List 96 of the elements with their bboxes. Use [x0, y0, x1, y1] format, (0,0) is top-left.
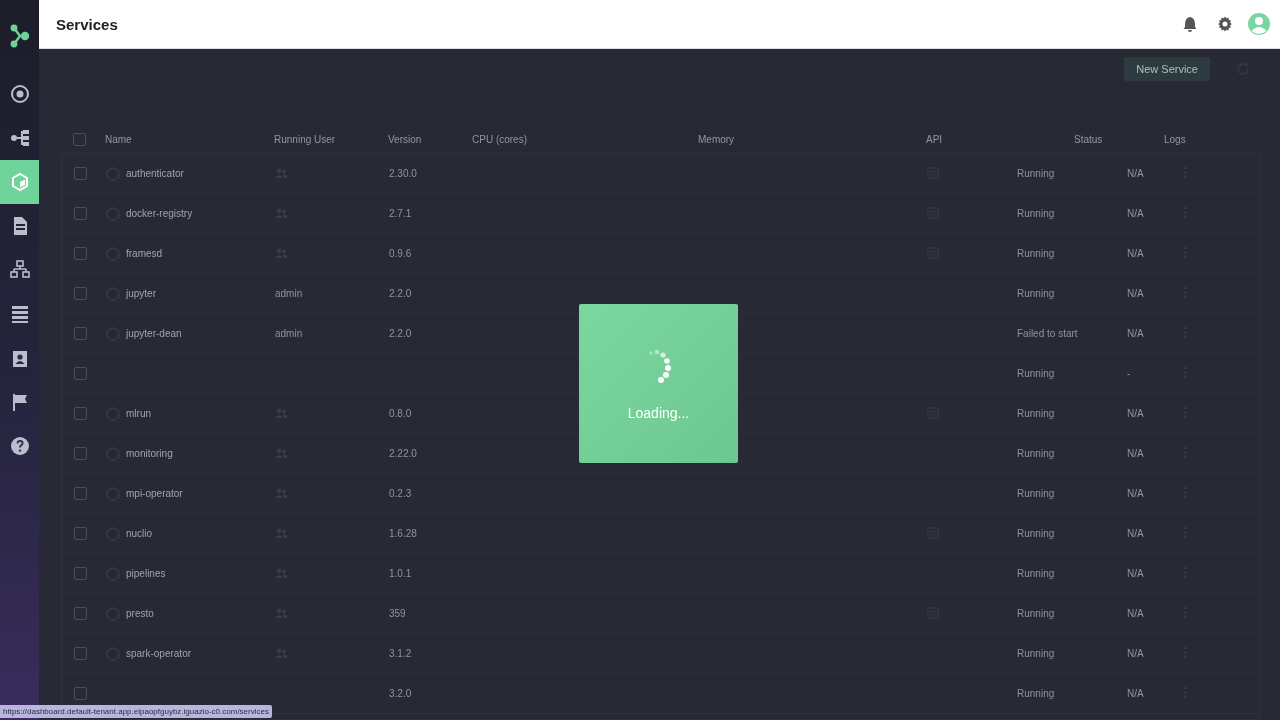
row-checkbox[interactable]	[74, 327, 87, 340]
select-all-checkbox[interactable]	[73, 132, 86, 146]
column-header[interactable]: CPU (cores)	[472, 133, 698, 145]
status: Running	[1017, 368, 1056, 379]
row-checkbox[interactable]	[74, 207, 87, 220]
row-checkbox[interactable]	[74, 367, 87, 380]
running-user: admin	[275, 328, 303, 339]
row-checkbox[interactable]	[74, 687, 87, 700]
new-service-button[interactable]: New Service	[1124, 57, 1210, 81]
status: Running	[1017, 448, 1056, 459]
logs: N/A	[1127, 568, 1145, 579]
group-icon	[275, 247, 287, 258]
row-checkbox[interactable]	[74, 527, 87, 540]
version: 2.2.0	[389, 328, 412, 339]
column-header[interactable]: Name	[105, 133, 274, 145]
row-checkbox[interactable]	[74, 447, 87, 460]
loading-text: Loading...	[627, 404, 690, 421]
version: 1.0.1	[389, 568, 412, 579]
column-header[interactable]: Memory	[698, 133, 926, 145]
service-name[interactable]: monitoring	[126, 448, 173, 459]
row-checkbox[interactable]	[74, 287, 87, 300]
group-icon	[275, 207, 287, 218]
version: 2.22.0	[389, 448, 417, 459]
service-name[interactable]: authenticator	[126, 168, 184, 179]
logs: N/A	[1127, 688, 1145, 699]
group-icon	[275, 527, 287, 538]
version: 2.30.0	[389, 168, 417, 179]
group-icon	[275, 447, 287, 458]
logs: -	[1127, 368, 1132, 379]
version: 0.8.0	[389, 408, 412, 419]
row-checkbox[interactable]	[74, 247, 87, 260]
status: Running	[1017, 608, 1056, 619]
logs: N/A	[1127, 328, 1145, 339]
row-checkbox[interactable]	[74, 407, 87, 420]
bell-icon[interactable]	[1182, 16, 1198, 32]
group-icon	[275, 567, 287, 578]
column-header[interactable]: Status	[1074, 133, 1164, 145]
status: Running	[1017, 488, 1056, 499]
service-name[interactable]: mlrun	[126, 408, 151, 419]
row-checkbox[interactable]	[74, 567, 87, 580]
group-icon	[275, 407, 287, 418]
status: Running	[1017, 568, 1056, 579]
column-header[interactable]: Logs	[1164, 133, 1260, 145]
avatar-icon[interactable]	[1248, 13, 1270, 35]
service-name[interactable]: mpi-operator	[126, 488, 183, 499]
logs: N/A	[1127, 608, 1145, 619]
running-user: admin	[275, 288, 303, 299]
version: 1.6.28	[389, 528, 417, 539]
status: Running	[1017, 248, 1056, 259]
group-icon	[275, 487, 287, 498]
group-icon	[275, 647, 287, 658]
service-name[interactable]: jupyter	[126, 288, 156, 299]
version: 359	[389, 608, 406, 619]
logs: N/A	[1127, 208, 1145, 219]
status: Running	[1017, 648, 1056, 659]
settings-icon[interactable]	[1217, 16, 1233, 32]
version: 0.2.3	[389, 488, 412, 499]
service-name[interactable]: nuclio	[126, 528, 153, 539]
group-icon	[275, 607, 287, 618]
status: Failed to start	[1017, 328, 1079, 339]
service-name[interactable]: docker-registry	[126, 208, 193, 219]
version: 3.1.2	[389, 648, 412, 659]
service-name[interactable]: jupyter-dean	[126, 328, 182, 339]
version: 0.9.6	[389, 248, 412, 259]
group-icon	[275, 167, 287, 178]
version: 3.2.0	[389, 688, 412, 699]
logs: N/A	[1127, 248, 1145, 259]
logs: N/A	[1127, 528, 1145, 539]
row-checkbox[interactable]	[74, 607, 87, 620]
version: 2.2.0	[389, 288, 412, 299]
page-title: Services	[56, 15, 119, 33]
version: 2.7.1	[389, 208, 412, 219]
column-header[interactable]: API	[926, 133, 1074, 145]
status: Running	[1017, 408, 1056, 419]
row-checkbox[interactable]	[74, 487, 87, 500]
status: Running	[1017, 168, 1056, 179]
status: Running	[1017, 208, 1056, 219]
status: Running	[1017, 288, 1056, 299]
logs: N/A	[1127, 448, 1145, 459]
logs: N/A	[1127, 408, 1145, 419]
logs: N/A	[1127, 488, 1145, 499]
row-checkbox[interactable]	[74, 647, 87, 660]
logs: N/A	[1127, 168, 1145, 179]
logs: N/A	[1127, 648, 1145, 659]
row-checkbox[interactable]	[74, 167, 87, 180]
logs: N/A	[1127, 288, 1145, 299]
service-name[interactable]: presto	[126, 608, 154, 619]
column-header[interactable]: Version	[388, 133, 472, 145]
logo-icon[interactable]	[8, 24, 31, 48]
status-url: https://dashboard.default-tenant.app.elpaopfguybz.iguazio-c0.com/services	[0, 705, 272, 718]
service-name[interactable]: pipelines	[126, 568, 166, 579]
status: Running	[1017, 688, 1056, 699]
status: Running	[1017, 528, 1056, 539]
service-name[interactable]: framesd	[126, 248, 163, 259]
column-header[interactable]: Running User	[274, 133, 388, 145]
service-name[interactable]: spark-operator	[126, 648, 192, 659]
